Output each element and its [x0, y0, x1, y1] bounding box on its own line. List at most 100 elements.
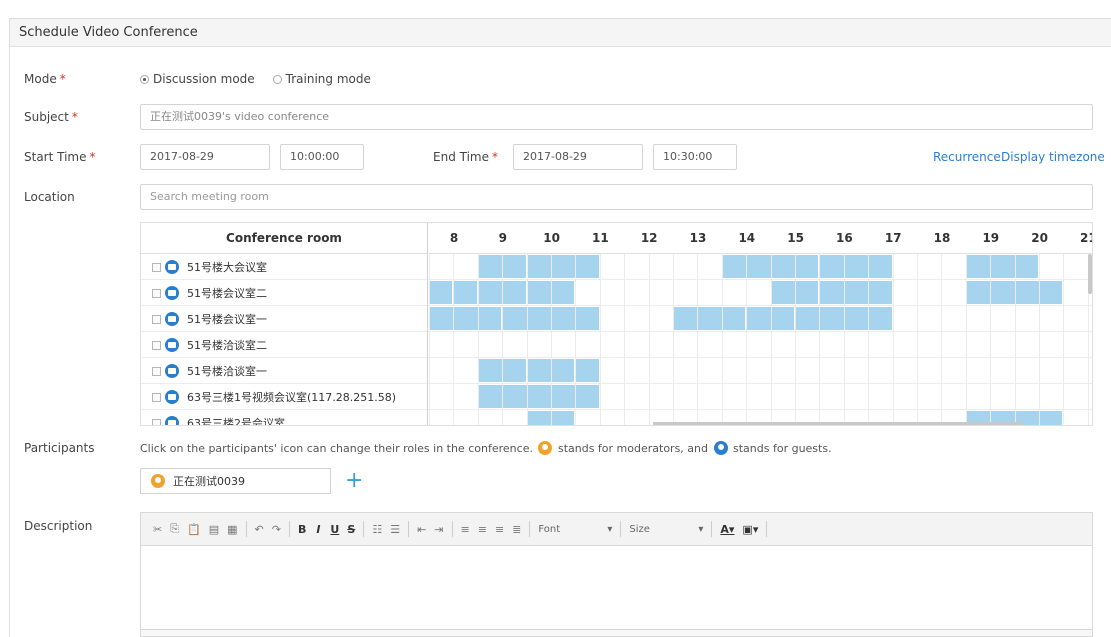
align-right-icon[interactable]: ≡ — [495, 523, 504, 536]
room-name: 51号楼洽谈室二 — [187, 339, 267, 352]
background-color-icon[interactable]: ▣▾ — [742, 523, 758, 536]
hour-label: 21 — [1080, 231, 1092, 245]
busy-slot[interactable] — [820, 255, 892, 278]
bullet-list-icon[interactable]: ☰ — [390, 523, 400, 536]
room-name: 51号楼会议室二 — [187, 287, 267, 300]
hour-label: 20 — [1031, 231, 1048, 245]
cut-icon[interactable]: ✂ — [153, 523, 162, 536]
training-mode-radio[interactable]: Training mode — [272, 72, 371, 86]
justify-icon[interactable]: ≣ — [512, 523, 521, 536]
copy-icon[interactable]: ⎘ — [170, 522, 179, 536]
moderator-role-icon[interactable] — [151, 474, 165, 488]
italic-icon[interactable]: I — [314, 523, 322, 536]
description-label: Description — [24, 519, 93, 533]
grid-line — [551, 254, 552, 425]
room-row: 51号楼会议室一 — [141, 306, 1092, 332]
room-checkbox[interactable] — [152, 262, 161, 272]
hour-label: 10 — [543, 231, 560, 245]
start-time-input[interactable]: 10:00:00 — [280, 144, 364, 170]
align-left-icon[interactable]: ≡ — [461, 523, 470, 536]
location-search-input[interactable]: Search meeting room — [140, 184, 1093, 210]
busy-slot[interactable] — [430, 307, 502, 330]
hour-label: 15 — [787, 231, 804, 245]
toolbar-separator — [529, 521, 531, 537]
toolbar-separator — [408, 521, 410, 537]
grid-line — [990, 254, 992, 425]
bold-icon[interactable]: B — [298, 523, 306, 536]
grid-line — [502, 254, 504, 425]
guest-icon — [713, 441, 728, 455]
busy-slot[interactable] — [966, 255, 1038, 278]
room-checkbox[interactable] — [152, 314, 161, 324]
undo-icon[interactable]: ↶ — [255, 523, 264, 536]
grid-line — [795, 254, 796, 425]
busy-slot[interactable] — [430, 281, 453, 304]
outdent-icon[interactable]: ⇤ — [417, 523, 426, 536]
start-date-input[interactable]: 2017-08-29 — [140, 144, 270, 170]
room-row: 51号楼大会议室 — [141, 254, 1092, 280]
busy-slot[interactable] — [478, 385, 599, 408]
participant-chip[interactable]: 正在测试0039 — [140, 468, 331, 494]
subject-input[interactable]: 正在测试0039's video conference — [140, 104, 1093, 130]
room-cell: 51号楼洽谈室一 — [141, 358, 428, 384]
hour-label: 9 — [498, 231, 507, 245]
align-center-icon[interactable]: ≡ — [478, 523, 487, 536]
room-row: 51号楼会议室二 — [141, 280, 1092, 306]
hour-label: 13 — [689, 231, 707, 245]
hour-header: 8 9 10 11 12 13 14 15 16 17 18 19 20 21 — [429, 223, 1092, 254]
busy-slot[interactable] — [576, 359, 599, 382]
video-camera-icon — [165, 312, 179, 326]
end-date-input[interactable]: 2017-08-29 — [513, 144, 643, 170]
hour-label: 12 — [640, 231, 658, 245]
toolbar-separator — [711, 521, 713, 537]
grid-line — [1039, 254, 1040, 425]
room-checkbox[interactable] — [152, 418, 161, 425]
grid-line — [965, 254, 967, 425]
grid-line — [721, 254, 723, 425]
paste-word-icon[interactable]: ▦ — [227, 523, 237, 536]
location-label: Location — [24, 190, 75, 204]
hour-label: 18 — [933, 231, 951, 245]
vertical-scrollbar[interactable] — [1088, 254, 1092, 294]
grid-line — [892, 254, 894, 425]
text-color-icon[interactable]: A▾ — [720, 523, 734, 536]
font-select[interactable]: Font ▾ — [538, 524, 612, 535]
numbered-list-icon[interactable]: ☷ — [372, 523, 382, 536]
video-camera-icon — [165, 286, 179, 300]
underline-icon[interactable]: U — [330, 523, 339, 536]
room-cell: 51号楼洽谈室二 — [141, 332, 428, 358]
horizontal-scrollbar[interactable] — [653, 422, 1023, 425]
room-checkbox[interactable] — [152, 392, 161, 402]
display-timezone-link[interactable]: Display timezone — [1001, 150, 1105, 164]
indent-icon[interactable]: ⇥ — [434, 523, 443, 536]
busy-slot[interactable] — [674, 307, 746, 330]
grid-line — [624, 254, 626, 425]
grid-line — [941, 254, 943, 425]
strikethrough-icon[interactable]: S — [347, 523, 355, 536]
description-textarea[interactable] — [141, 547, 1092, 628]
room-checkbox[interactable] — [152, 288, 161, 298]
room-row: 51号楼洽谈室一 — [141, 358, 1092, 384]
end-time-label: End Time * — [433, 150, 498, 164]
video-camera-icon — [165, 364, 179, 378]
redo-icon[interactable]: ↷ — [272, 523, 281, 536]
busy-slot[interactable] — [454, 281, 477, 304]
recurrence-link[interactable]: Recurrence — [933, 150, 1001, 164]
paste-icon[interactable]: 📋 — [187, 523, 201, 536]
hour-label: 11 — [592, 231, 609, 245]
room-cell: 51号楼会议室一 — [141, 306, 428, 332]
video-camera-icon — [165, 416, 179, 425]
toolbar-separator — [620, 521, 622, 537]
size-select[interactable]: Size ▾ — [629, 524, 703, 535]
paste-text-icon[interactable]: ▤ — [209, 523, 219, 536]
end-time-input[interactable]: 10:30:00 — [653, 144, 737, 170]
video-camera-icon — [165, 260, 179, 274]
add-participant-button[interactable]: + — [345, 470, 363, 492]
busy-slot[interactable] — [527, 255, 599, 278]
panel-title: Schedule Video Conference — [10, 19, 1111, 47]
hour-label: 8 — [449, 231, 459, 245]
busy-slot[interactable] — [820, 281, 892, 304]
room-checkbox[interactable] — [152, 340, 161, 350]
discussion-mode-radio[interactable]: Discussion mode — [140, 72, 255, 86]
room-checkbox[interactable] — [152, 366, 161, 376]
